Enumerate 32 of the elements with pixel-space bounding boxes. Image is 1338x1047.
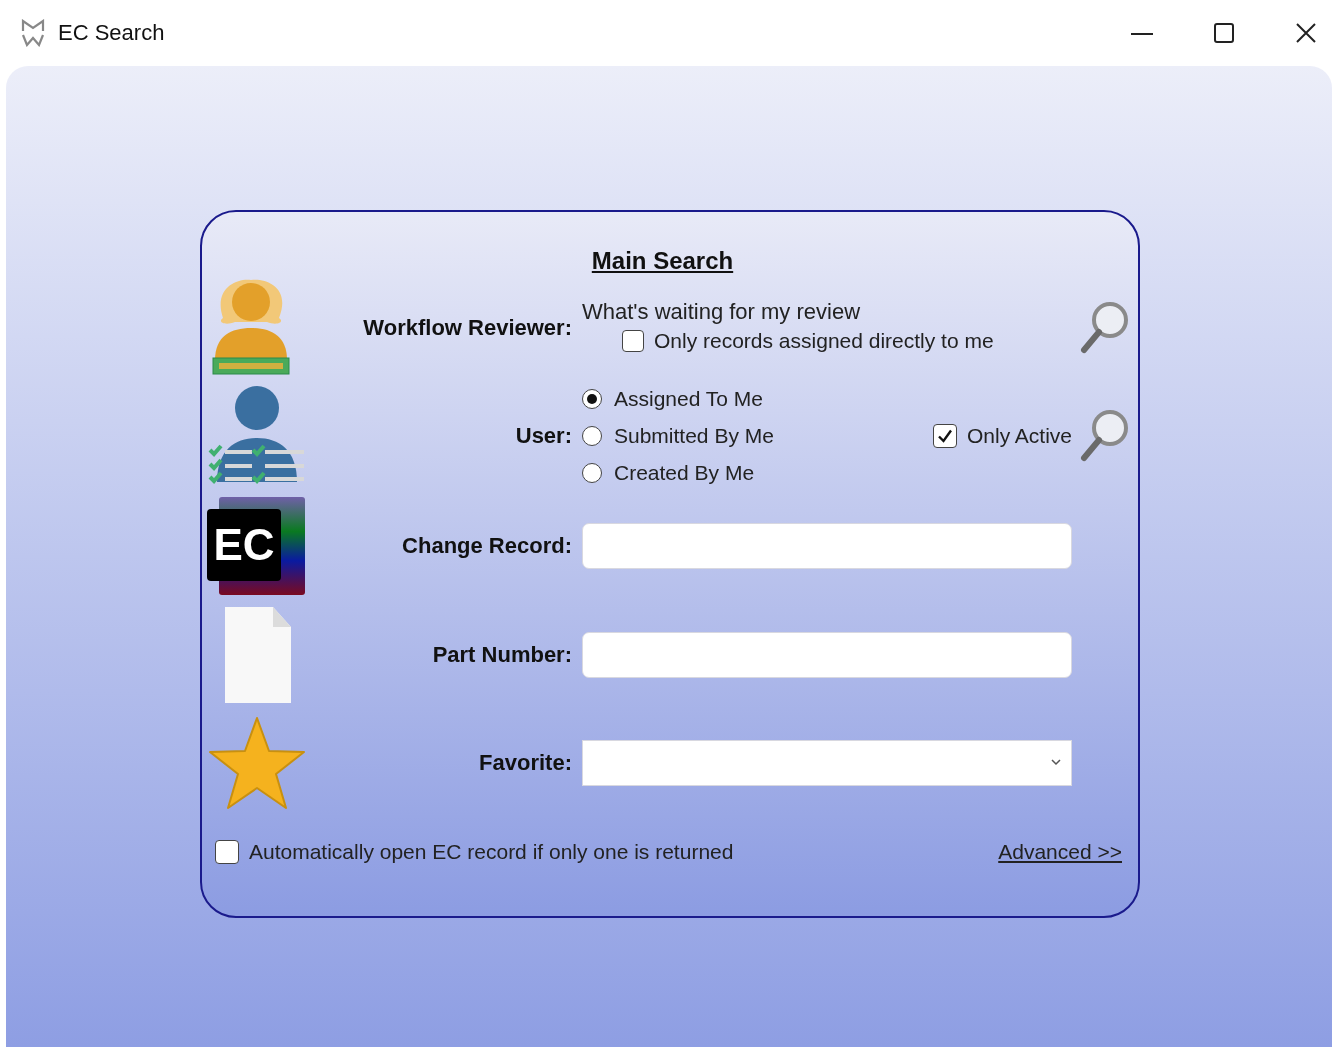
field-label: Part Number: — [432, 642, 573, 668]
chevron-down-icon — [1051, 759, 1061, 766]
advanced-link[interactable]: Advanced >> — [998, 839, 1122, 864]
user-checklist-icon — [207, 386, 305, 486]
star-icon — [207, 714, 307, 811]
radio-button[interactable] — [582, 426, 602, 446]
radio-label: Assigned To Me — [614, 387, 764, 411]
maximize-icon[interactable] — [1212, 21, 1236, 45]
checkbox[interactable] — [622, 330, 644, 352]
close-icon[interactable] — [1294, 21, 1318, 45]
field-label: Change Record: — [402, 533, 573, 559]
panel-title: Main Search — [591, 247, 734, 275]
radio-label: Submitted By Me — [614, 424, 774, 448]
app-logo-icon — [20, 19, 46, 47]
document-icon — [223, 605, 293, 705]
checkbox[interactable] — [932, 424, 957, 448]
change-record-input[interactable] — [582, 523, 1072, 569]
review-link[interactable]: What's waiting for my review — [582, 299, 1072, 325]
search-icon[interactable] — [1080, 299, 1130, 356]
field-label: Workflow Reviewer: — [363, 314, 573, 341]
field-label: User: — [515, 423, 573, 449]
radio-label: Created By Me — [614, 461, 755, 485]
checkbox-label: Automatically open EC record if only one is returned — [249, 839, 734, 864]
field-label: Favorite: — [479, 749, 573, 776]
window-title: EC Search — [58, 20, 166, 46]
radio-button[interactable] — [582, 389, 602, 409]
checkbox[interactable] — [215, 839, 239, 864]
search-icon[interactable] — [1080, 408, 1130, 464]
radio-button[interactable] — [582, 463, 602, 483]
part-number-input[interactable] — [582, 632, 1072, 678]
checkbox-label: Only Active — [966, 424, 1072, 448]
checkbox-label: Only records assigned directly to me — [654, 329, 994, 353]
